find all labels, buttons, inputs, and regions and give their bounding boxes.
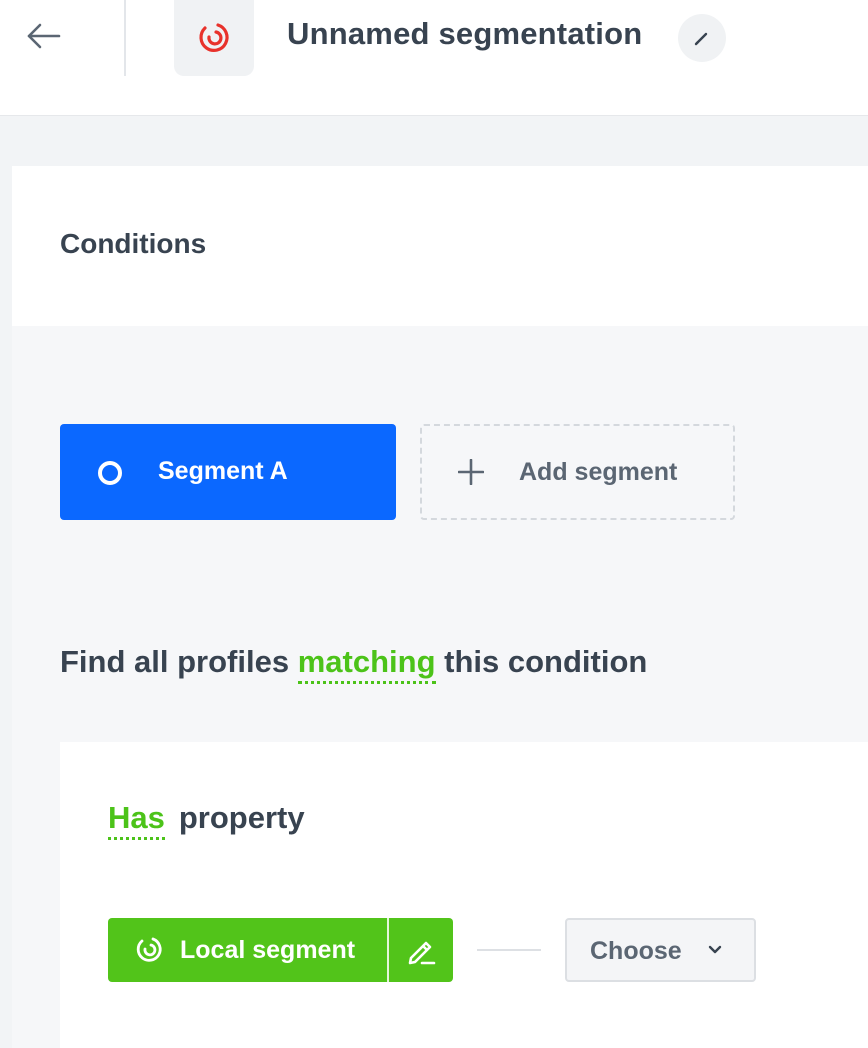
app-icon-tile <box>174 0 254 76</box>
rule-sentence: Find all profiles matching this conditio… <box>60 644 648 684</box>
connector-line <box>477 949 541 951</box>
pencil-icon <box>408 941 436 965</box>
chevron-down-icon <box>708 945 722 954</box>
conditions-title: Conditions <box>60 228 207 259</box>
match-operator-dropdown[interactable]: matching <box>297 644 436 684</box>
arrow-left-icon <box>27 23 61 49</box>
segment-icon <box>136 937 162 962</box>
plus-icon <box>458 459 484 485</box>
conditions-header: Conditions <box>12 166 868 326</box>
condition-card <box>60 742 868 1048</box>
rule-suffix: this condition <box>444 644 648 679</box>
top-bar: Unnamed segmentation <box>0 0 868 116</box>
condition-sentence: Has property <box>108 800 305 840</box>
condition-object: property <box>178 800 305 835</box>
segment-a-tab[interactable]: Segment A <box>60 424 396 520</box>
choose-dropdown[interactable]: Choose <box>565 918 756 982</box>
segment-a-label: Segment A <box>158 457 288 485</box>
add-segment-label: Add segment <box>519 458 678 486</box>
add-segment-button[interactable]: Add segment <box>420 424 735 520</box>
local-segment-label: Local segment <box>180 936 356 964</box>
pencil-icon <box>694 32 708 46</box>
circle-icon <box>98 461 122 485</box>
topbar-divider <box>124 0 126 76</box>
choose-label: Choose <box>590 937 682 965</box>
rule-prefix: Find all profiles <box>60 644 290 679</box>
edit-title-button[interactable] <box>678 14 726 62</box>
page-title: Unnamed segmentation <box>287 16 643 51</box>
edit-local-segment-button[interactable] <box>389 918 453 982</box>
back-button[interactable] <box>22 18 66 54</box>
has-operator-dropdown[interactable]: Has <box>108 800 165 840</box>
segmentation-icon <box>199 23 229 52</box>
